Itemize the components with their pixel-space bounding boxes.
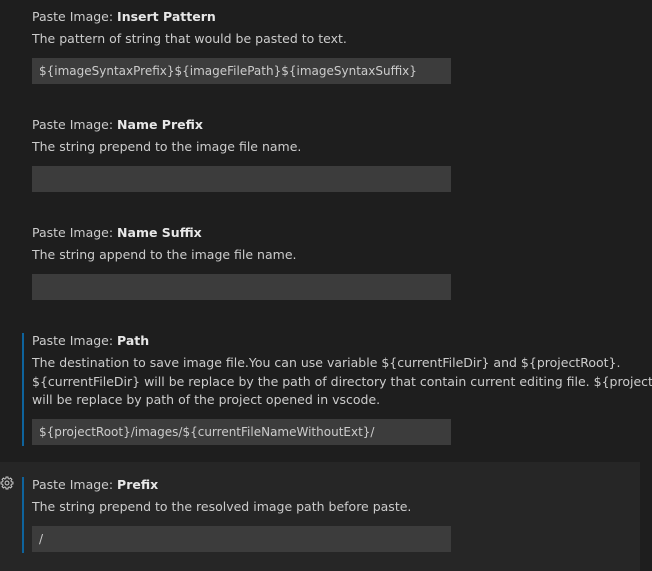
setting-key: Insert Pattern: [117, 9, 216, 24]
setting-category: Paste Image:: [32, 117, 118, 132]
name-suffix-input[interactable]: [32, 274, 451, 300]
setting-title: Paste Image: Name Prefix: [32, 117, 203, 133]
setting-prefix: Paste Image: Prefix The string prepend t…: [0, 462, 640, 571]
gear-icon[interactable]: [0, 475, 14, 490]
description-line: will be replace by path of the project o…: [32, 392, 381, 407]
path-input[interactable]: ${projectRoot}/images/${currentFileNameW…: [32, 419, 451, 445]
prefix-input[interactable]: /: [32, 526, 451, 552]
insert-pattern-input[interactable]: ${imageSyntaxPrefix}${imageFilePath}${im…: [32, 58, 451, 84]
setting-insert-pattern: Paste Image: Insert Pattern The pattern …: [0, 0, 640, 110]
setting-name-prefix: Paste Image: Name Prefix The string prep…: [0, 110, 640, 218]
setting-category: Paste Image:: [32, 333, 118, 348]
setting-category: Paste Image:: [32, 225, 118, 240]
setting-path: Paste Image: Path The destination to sav…: [0, 326, 652, 462]
setting-description: The string prepend to the resolved image…: [32, 499, 412, 514]
setting-category: Paste Image:: [32, 477, 118, 492]
settings-editor: Paste Image: Insert Pattern The pattern …: [0, 0, 652, 571]
setting-key: Name Suffix: [117, 225, 202, 240]
setting-key: Name Prefix: [117, 117, 203, 132]
name-prefix-input[interactable]: [32, 166, 451, 192]
setting-key: Prefix: [117, 477, 159, 492]
setting-title: Paste Image: Name Suffix: [32, 225, 202, 241]
setting-title: Paste Image: Path: [32, 333, 149, 349]
setting-description: The destination to save image file.You c…: [32, 354, 652, 410]
setting-description: The string prepend to the image file nam…: [32, 139, 302, 154]
focus-indicator: [22, 477, 24, 553]
setting-key: Path: [117, 333, 150, 348]
setting-title: Paste Image: Insert Pattern: [32, 9, 216, 25]
setting-name-suffix: Paste Image: Name Suffix The string appe…: [0, 218, 640, 326]
setting-description: The string append to the image file name…: [32, 247, 297, 262]
description-line: The destination to save image file.You c…: [32, 355, 621, 370]
description-line: ${currentFileDir} will be replace by the…: [32, 373, 652, 389]
setting-category: Paste Image:: [32, 9, 118, 24]
setting-description: The pattern of string that would be past…: [32, 31, 347, 46]
setting-title: Paste Image: Prefix: [32, 477, 158, 493]
